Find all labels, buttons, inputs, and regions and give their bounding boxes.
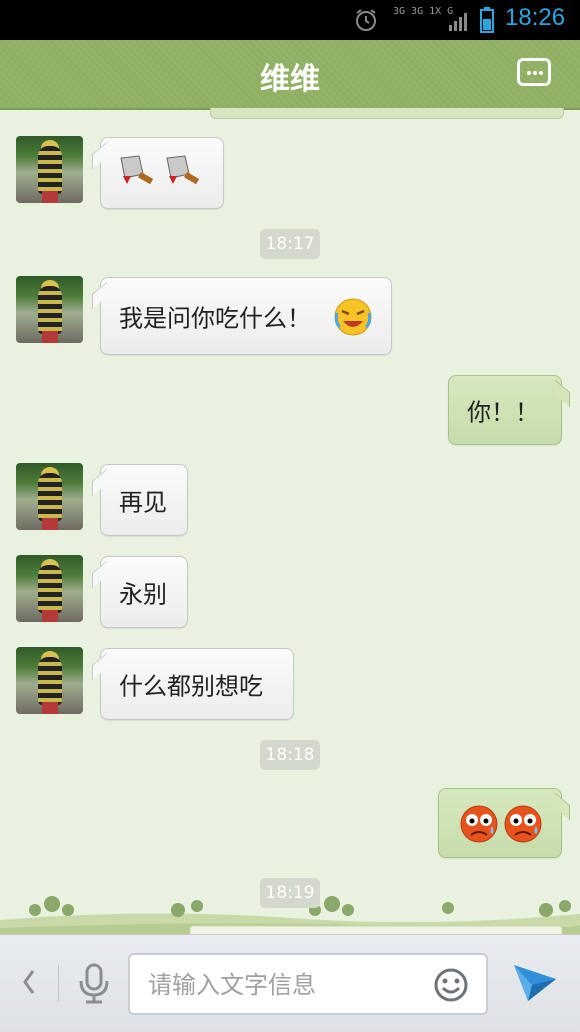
battery-icon — [480, 7, 494, 33]
contact-avatar[interactable] — [16, 463, 83, 530]
clock-time: 18:26 — [505, 4, 566, 31]
outgoing-message-bubble[interactable]: 你！！ — [448, 375, 562, 445]
sweating-face-emoji-icon — [460, 805, 498, 843]
signal-icon — [449, 13, 467, 31]
chat-title: 维维 — [260, 62, 320, 97]
message-text: 永别 — [119, 580, 167, 609]
message-timestamp: 18:17 — [260, 229, 320, 259]
message-input[interactable] — [146, 967, 420, 1003]
incoming-message-bubble[interactable]: 永别 — [100, 556, 188, 628]
message-timestamp: 18:18 — [260, 740, 320, 770]
message-timestamp: 18:19 — [260, 878, 320, 908]
cleaver-emoji-icon — [120, 155, 154, 185]
network-indicator: 3G 3G 1X G — [393, 6, 454, 17]
message-text: 再见 — [119, 488, 167, 517]
incoming-message-bubble[interactable]: 我是问你吃什么！ — [100, 277, 392, 355]
microphone-icon[interactable] — [76, 961, 112, 1005]
message-text: 我是问你吃什么！ — [119, 304, 311, 333]
input-bar — [0, 934, 580, 1032]
status-bar: 3G 3G 1X G 18:26 — [0, 0, 580, 40]
incoming-message-bubble[interactable]: 再见 — [100, 464, 188, 536]
outgoing-message-bubble[interactable] — [438, 788, 562, 858]
message-text: 你！！ — [467, 398, 539, 427]
alarm-icon — [356, 9, 376, 31]
contact-avatar[interactable] — [16, 555, 83, 622]
cleaver-emoji-icon — [166, 155, 200, 185]
sweating-face-emoji-icon — [504, 805, 542, 843]
contact-avatar[interactable] — [16, 276, 83, 343]
message-text: 什么都别想吃 — [119, 672, 263, 701]
contact-avatar[interactable] — [16, 647, 83, 714]
more-dots-icon — [527, 71, 531, 75]
more-dot — [539, 71, 543, 75]
crying-laughing-emoji-icon — [334, 298, 372, 336]
chevron-left-icon[interactable] — [18, 965, 40, 999]
smiley-face-icon[interactable] — [433, 967, 469, 1003]
title-bar: 维维 — [0, 40, 580, 110]
incoming-message-bubble[interactable] — [100, 137, 224, 209]
message-input-box[interactable] — [128, 953, 488, 1015]
previous-bubble-edge — [210, 108, 564, 119]
more-dot — [533, 71, 537, 75]
send-icon[interactable] — [512, 961, 558, 1005]
contact-avatar[interactable] — [16, 136, 83, 203]
more-options-button[interactable] — [517, 58, 551, 86]
incoming-message-bubble[interactable]: 什么都别想吃 — [100, 648, 294, 720]
divider — [58, 965, 59, 1001]
